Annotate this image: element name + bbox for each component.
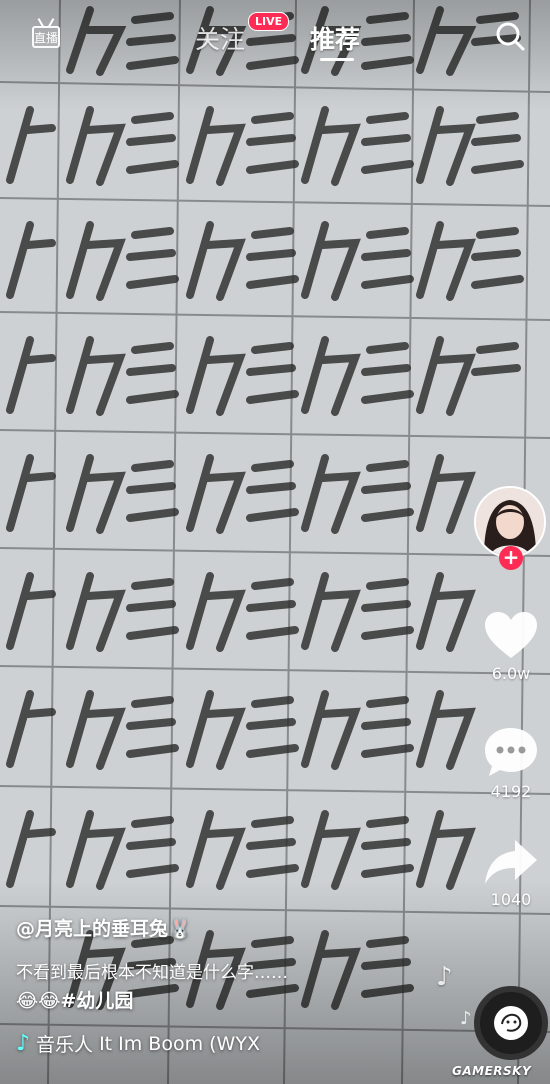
- tab-following[interactable]: 关注: [195, 20, 245, 56]
- tab-recommended[interactable]: 推荐: [310, 20, 360, 56]
- music-disc-icon[interactable]: [474, 986, 548, 1060]
- heart-icon: [485, 612, 537, 658]
- comment-icon: [485, 728, 537, 776]
- video-hashtags[interactable]: 😂😂#幼儿园: [16, 986, 133, 1013]
- floating-note-icon-small: ♪: [460, 1008, 472, 1029]
- video-caption: 不看到最后根本不知道是什么字……: [16, 963, 288, 983]
- search-icon[interactable]: [494, 20, 526, 52]
- creator-avatar-group: +: [474, 486, 548, 570]
- active-tab-indicator: [320, 58, 354, 61]
- floating-note-icon: ♪: [436, 962, 453, 992]
- live-badge: LIVE: [248, 12, 290, 31]
- share-icon: [485, 840, 537, 884]
- share-count: 1040: [490, 890, 532, 909]
- author-handle[interactable]: @月亮上的垂耳兔🐰: [16, 914, 192, 941]
- share-button[interactable]: 1040: [476, 838, 546, 909]
- disc-cover-art: [495, 1007, 527, 1039]
- like-button[interactable]: 6.0w: [476, 610, 546, 683]
- comment-button[interactable]: 4192: [476, 726, 546, 801]
- music-info[interactable]: ♪ 音乐人 It Im Boom (WYX: [16, 1030, 260, 1057]
- music-label: 音乐人: [36, 1034, 94, 1056]
- live-icon-label: 直播: [33, 31, 58, 45]
- like-count: 6.0w: [491, 664, 531, 683]
- music-disc-cover: [494, 1006, 528, 1040]
- music-note-icon: ♪: [16, 1031, 31, 1056]
- top-bar: 直播 关注 LIVE 推荐: [0, 0, 550, 70]
- site-watermark: GAMERSKY: [452, 1064, 532, 1078]
- music-title: It Im Boom (WYX: [99, 1032, 260, 1055]
- comment-count: 4192: [490, 782, 532, 801]
- follow-button[interactable]: +: [499, 546, 523, 570]
- live-tv-icon[interactable]: 直播: [28, 18, 64, 54]
